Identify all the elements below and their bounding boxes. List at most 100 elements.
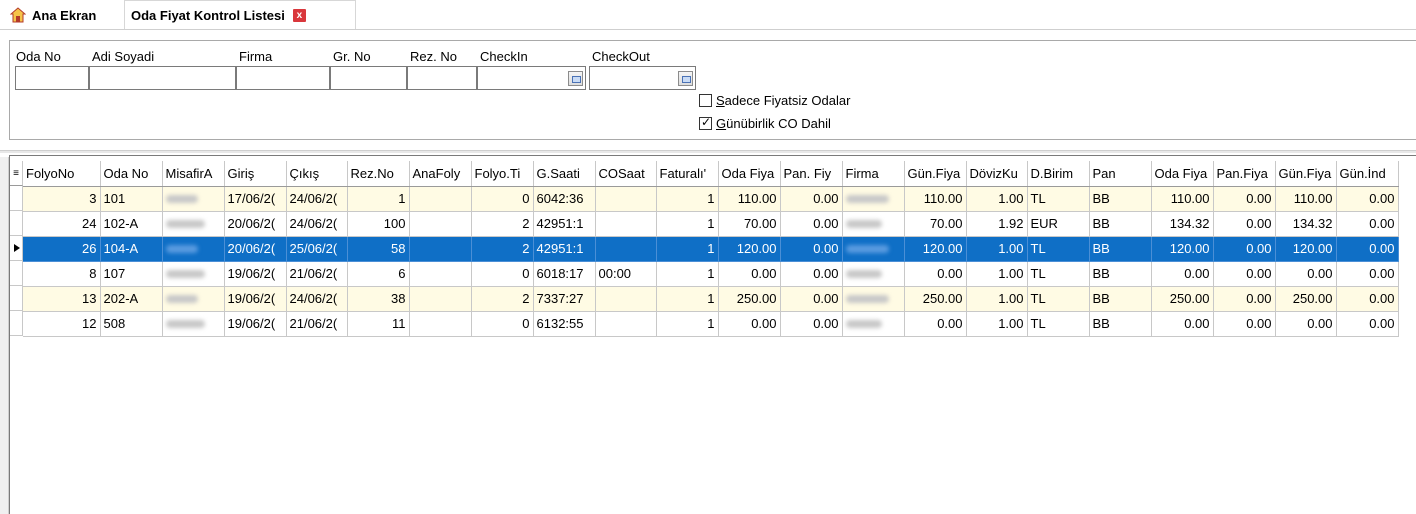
table-cell[interactable]: BB <box>1089 236 1152 262</box>
table-row[interactable]: 24 102-A 20/06/2(24/06/2(100 2 42951:1 1 70.00… <box>23 211 1399 237</box>
table-cell[interactable]: 110.00 <box>718 186 781 212</box>
table-row[interactable]: 13 202-A 19/06/2(24/06/2(38 2 7337:27 1 250.00… <box>23 286 1399 312</box>
table-cell[interactable]: 134.32 <box>1275 211 1337 237</box>
table-cell[interactable]: 6042:36 <box>533 186 596 212</box>
table-cell[interactable]: 0.00 <box>780 286 843 312</box>
gr-no-input[interactable] <box>330 66 407 90</box>
table-cell[interactable]: 00:00 <box>595 261 657 287</box>
column-header[interactable]: FolyoNo <box>23 161 101 187</box>
table-cell[interactable]: 0.00 <box>904 261 967 287</box>
table-cell[interactable]: 2 <box>471 211 534 237</box>
table-cell[interactable]: 0.00 <box>780 236 843 262</box>
table-cell[interactable]: 0.00 <box>1213 211 1276 237</box>
row-indicator[interactable] <box>10 186 23 211</box>
table-cell[interactable]: 107 <box>100 261 163 287</box>
close-tab-icon[interactable]: x <box>292 9 306 22</box>
table-cell[interactable]: 0 <box>471 311 534 337</box>
table-cell[interactable]: 120.00 <box>904 236 967 262</box>
table-cell[interactable]: 0 <box>471 261 534 287</box>
table-cell[interactable]: 1 <box>656 236 719 262</box>
table-cell[interactable]: 26 <box>23 236 101 262</box>
column-header[interactable]: Pan <box>1089 161 1152 187</box>
table-cell[interactable]: BB <box>1089 286 1152 312</box>
table-cell[interactable]: 24/06/2( <box>286 186 348 212</box>
table-cell[interactable]: 1 <box>656 311 719 337</box>
table-cell[interactable]: 0.00 <box>1336 261 1399 287</box>
column-header[interactable]: Pan. Fiy <box>780 161 843 187</box>
table-cell[interactable]: 120.00 <box>718 236 781 262</box>
column-header[interactable]: COSaat <box>595 161 657 187</box>
column-header[interactable]: Gün.Fiya <box>904 161 967 187</box>
table-cell[interactable]: 0.00 <box>1336 211 1399 237</box>
table-cell[interactable]: 6132:55 <box>533 311 596 337</box>
table-cell[interactable]: 25/06/2( <box>286 236 348 262</box>
table-row[interactable]: 12 508 19/06/2(21/06/2(11 0 6132:55 1 0.00 0.00… <box>23 311 1399 337</box>
table-cell[interactable] <box>595 286 657 312</box>
firma-input[interactable] <box>236 66 330 90</box>
column-header[interactable]: DövizKu <box>966 161 1028 187</box>
column-header[interactable]: Firma <box>842 161 905 187</box>
table-row[interactable]: 3 101 17/06/2(24/06/2(1 0 6042:36 1 110.00 0.00… <box>23 186 1399 212</box>
table-cell[interactable]: 1.00 <box>966 286 1028 312</box>
table-cell[interactable]: 0.00 <box>780 211 843 237</box>
table-cell[interactable]: 250.00 <box>1275 286 1337 312</box>
column-header[interactable]: Folyo.Ti <box>471 161 534 187</box>
table-cell[interactable]: 19/06/2( <box>224 311 287 337</box>
table-cell[interactable] <box>409 211 472 237</box>
table-cell[interactable]: 250.00 <box>904 286 967 312</box>
table-cell[interactable]: 21/06/2( <box>286 311 348 337</box>
table-cell[interactable]: 2 <box>471 236 534 262</box>
table-cell[interactable]: 250.00 <box>718 286 781 312</box>
column-header[interactable]: MisafirA <box>162 161 225 187</box>
table-cell[interactable]: 0.00 <box>780 186 843 212</box>
table-cell[interactable]: 0 <box>471 186 534 212</box>
column-header[interactable]: AnaFoly <box>409 161 472 187</box>
table-cell[interactable]: 24/06/2( <box>286 211 348 237</box>
table-cell[interactable]: 1 <box>656 286 719 312</box>
table-cell[interactable]: 8 <box>23 261 101 287</box>
table-cell[interactable]: 134.32 <box>1151 211 1214 237</box>
checkbox-unchecked-icon[interactable] <box>699 94 712 107</box>
gunubirlik-co-dahil-checkbox[interactable]: Günübirlik CO Dahil <box>699 115 831 131</box>
table-cell[interactable]: 0.00 <box>1336 311 1399 337</box>
column-header[interactable]: Oda Fiya <box>1151 161 1214 187</box>
table-cell[interactable] <box>409 261 472 287</box>
table-cell[interactable]: 0.00 <box>780 261 843 287</box>
sadece-fiyatsiz-odalar-checkbox[interactable]: Sadece Fiyatsiz Odalar <box>699 93 850 108</box>
table-row[interactable]: 26 104-A 20/06/2(25/06/2(58 2 42951:1 1 120.00… <box>23 236 1399 262</box>
table-cell[interactable]: 1 <box>656 211 719 237</box>
table-cell[interactable] <box>842 236 905 262</box>
table-cell[interactable]: TL <box>1027 261 1090 287</box>
table-cell[interactable]: 1.92 <box>966 211 1028 237</box>
table-cell[interactable]: 42951:1 <box>533 211 596 237</box>
table-cell[interactable]: 0.00 <box>904 311 967 337</box>
table-cell[interactable]: 1 <box>656 261 719 287</box>
column-header[interactable]: Giriş <box>224 161 287 187</box>
row-indicator[interactable] <box>10 286 23 311</box>
table-cell[interactable] <box>595 211 657 237</box>
table-cell[interactable]: 120.00 <box>1275 236 1337 262</box>
table-cell[interactable]: 70.00 <box>904 211 967 237</box>
column-header[interactable]: Faturalı' <box>656 161 719 187</box>
table-cell[interactable]: 0.00 <box>1213 261 1276 287</box>
column-header[interactable]: Oda Fiya <box>718 161 781 187</box>
table-cell[interactable]: 508 <box>100 311 163 337</box>
table-cell[interactable]: 7337:27 <box>533 286 596 312</box>
table-cell[interactable]: TL <box>1027 311 1090 337</box>
table-cell[interactable]: TL <box>1027 236 1090 262</box>
table-cell[interactable]: 1.00 <box>966 186 1028 212</box>
table-cell[interactable]: 1 <box>347 186 410 212</box>
table-cell[interactable]: 110.00 <box>1275 186 1337 212</box>
table-cell[interactable]: 102-A <box>100 211 163 237</box>
column-header[interactable]: Gün.İnd <box>1336 161 1399 187</box>
table-cell[interactable]: BB <box>1089 186 1152 212</box>
row-indicator[interactable] <box>10 211 23 236</box>
calendar-icon[interactable] <box>568 71 583 86</box>
oda-no-input[interactable] <box>15 66 89 90</box>
checkout-date-input[interactable] <box>589 66 696 90</box>
table-cell[interactable] <box>409 286 472 312</box>
table-cell[interactable] <box>595 186 657 212</box>
table-cell[interactable]: 2 <box>471 286 534 312</box>
row-indicator[interactable] <box>10 311 23 336</box>
table-cell[interactable]: 0.00 <box>1151 261 1214 287</box>
